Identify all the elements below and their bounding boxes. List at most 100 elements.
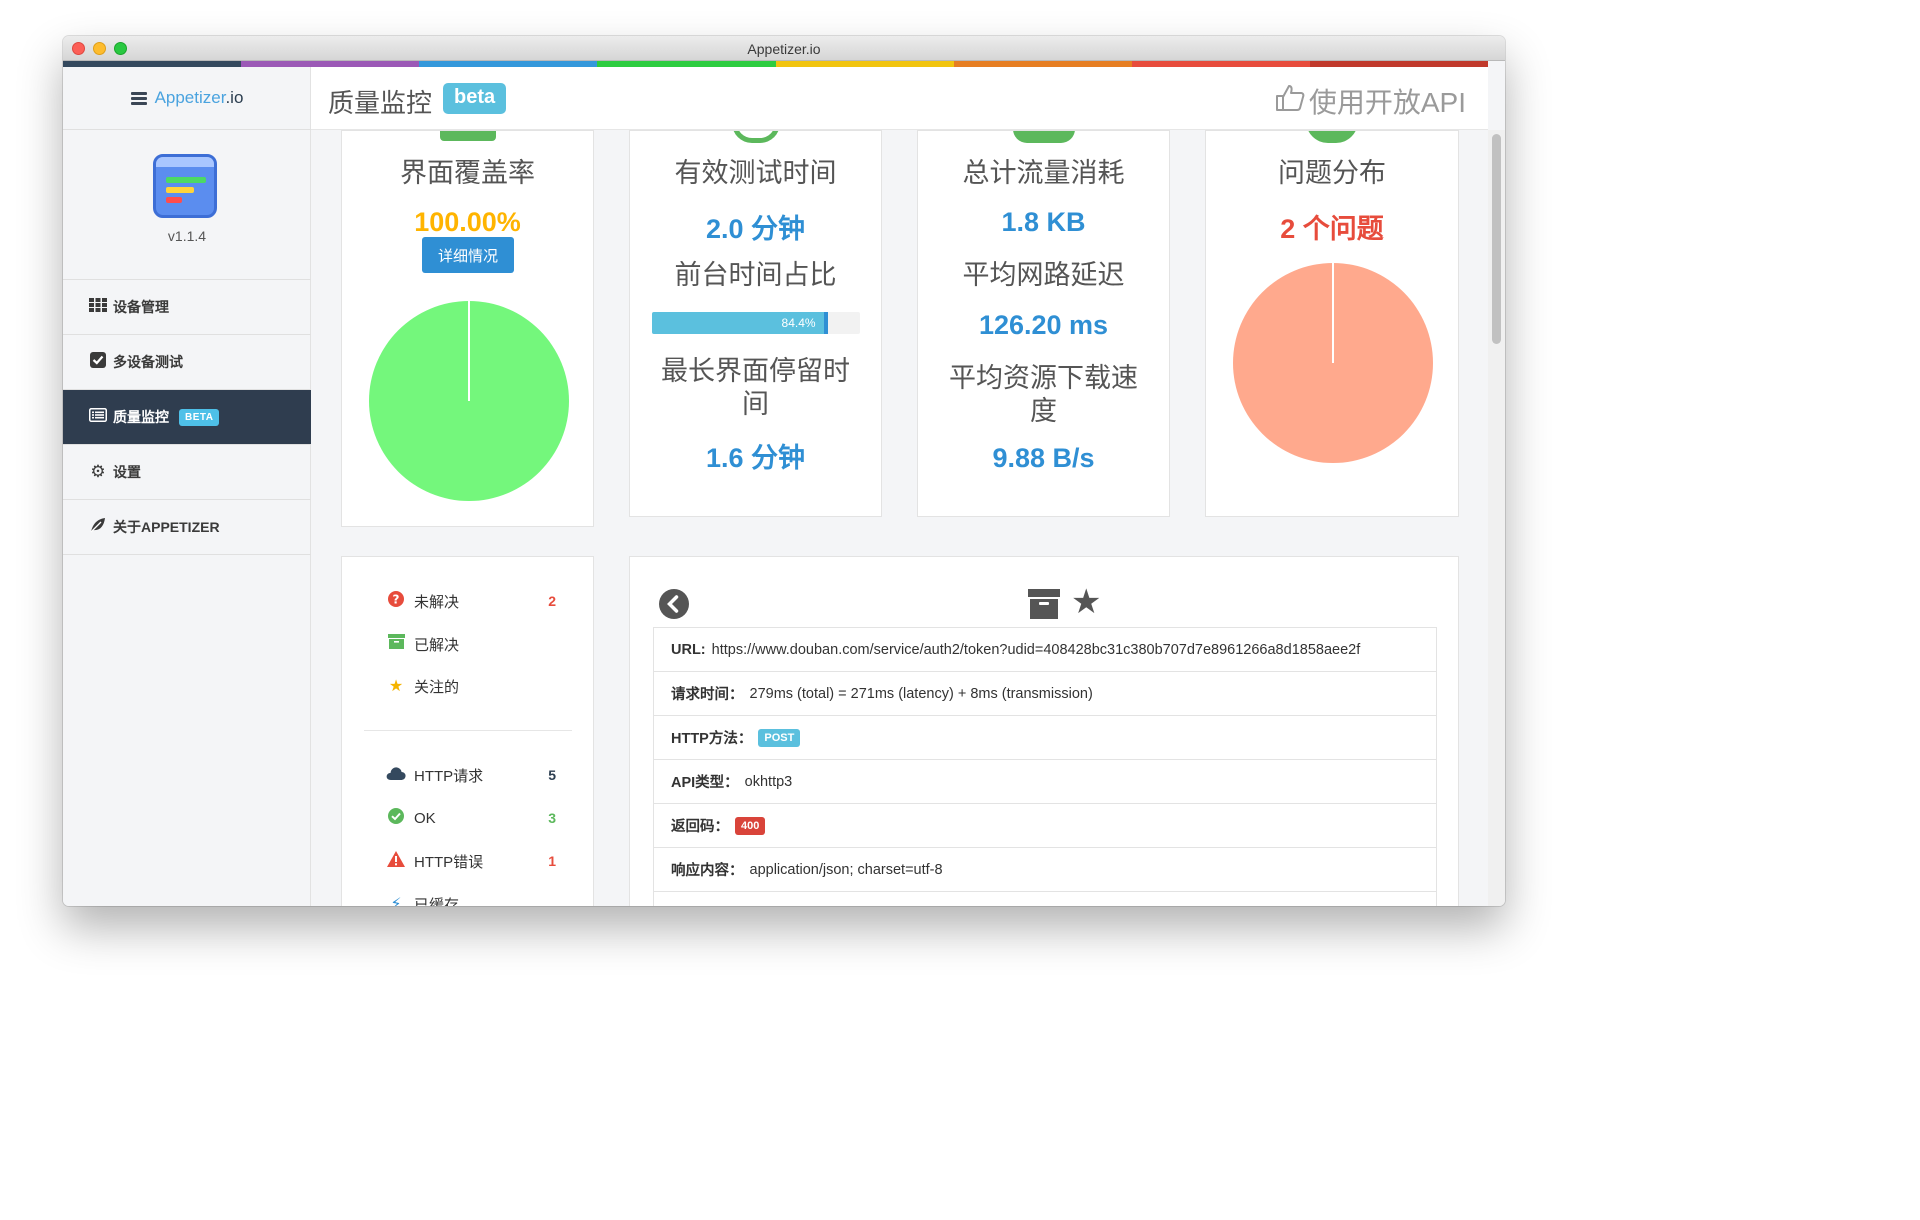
filter-http-requests[interactable]: HTTP请求 5 bbox=[384, 763, 556, 787]
filter-followed[interactable]: ★ 关注的 bbox=[384, 674, 556, 698]
issues-card: 问题分布 2 个问题 bbox=[1205, 130, 1459, 517]
request-detail-card: ★ URL: https://www.douban.com/service/au… bbox=[629, 556, 1459, 906]
sidebar-item-multi-device-test[interactable]: 多设备测试 bbox=[63, 335, 311, 390]
details-button[interactable]: 详细情况 bbox=[422, 237, 514, 273]
archive-icon[interactable] bbox=[1028, 589, 1060, 624]
method-badge: POST bbox=[758, 728, 801, 747]
filter-count: 2 bbox=[548, 593, 556, 609]
filter-count: 5 bbox=[548, 767, 556, 783]
max-stay-value: 1.6 分钟 bbox=[705, 443, 806, 473]
filter-label: OK bbox=[414, 809, 436, 827]
brand[interactable]: Appetizer.io bbox=[63, 67, 311, 130]
filter-label: 关注的 bbox=[414, 678, 460, 696]
star-icon[interactable]: ★ bbox=[1071, 585, 1101, 619]
page-title: 质量监控 bbox=[328, 88, 433, 118]
sidebar-item-device-management[interactable]: 设备管理 bbox=[63, 280, 311, 335]
coverage-pie-chart bbox=[369, 301, 569, 501]
test-time-value: 2.0 分钟 bbox=[705, 214, 806, 244]
star-icon: ★ bbox=[388, 678, 404, 695]
window-title: Appetizer.io bbox=[747, 41, 821, 57]
archive-icon bbox=[384, 634, 408, 654]
detail-content-row: 响应内容： application/json; charset=utf-8 bbox=[654, 848, 1436, 892]
svg-text:?: ? bbox=[393, 592, 400, 606]
filter-label: 已解决 bbox=[414, 636, 460, 654]
detail-api-row: API类型： okhttp3 bbox=[654, 760, 1436, 804]
brand-suffix: .io bbox=[225, 88, 244, 107]
test-time-label: 有效测试时间 bbox=[674, 158, 837, 188]
max-stay-label: 最长界面停留时间 bbox=[661, 356, 850, 419]
detail-url-row: URL: https://www.douban.com/service/auth… bbox=[654, 628, 1436, 672]
clock-icon bbox=[731, 131, 780, 143]
issues-pie-chart bbox=[1233, 263, 1433, 463]
page-header: 质量监控 beta 使用开放API bbox=[311, 67, 1488, 130]
coverage-value: 100.00% bbox=[414, 207, 521, 237]
filter-ok[interactable]: OK 3 bbox=[384, 806, 556, 830]
sidebar-item-label: 设置 bbox=[113, 464, 141, 480]
filter-unresolved[interactable]: ? 未解决 2 bbox=[384, 589, 556, 613]
foreground-ratio-bar: 84.4% bbox=[652, 312, 860, 334]
latency-value: 126.20 ms bbox=[978, 310, 1109, 340]
detail-key: HTTP方法： bbox=[671, 731, 753, 747]
scrollbar-thumb[interactable] bbox=[1492, 134, 1501, 344]
filter-card: ? 未解决 2 已解决 ★ 关注的 HTTP请求 5 OK 3 HTTP错误 1 bbox=[341, 556, 594, 906]
bolt-icon: ⚡ bbox=[390, 896, 402, 906]
detail-time-value: 279ms (total) = 271ms (latency) + 8ms (t… bbox=[749, 685, 1093, 702]
filter-label: HTTP错误 bbox=[414, 853, 484, 871]
title-bar: Appetizer.io bbox=[63, 36, 1505, 61]
filter-divider bbox=[364, 730, 572, 731]
detail-content-value: application/json; charset=utf-8 bbox=[749, 861, 943, 878]
sidebar-item-label: 关于APPETIZER bbox=[113, 519, 220, 535]
checkbox-icon bbox=[89, 352, 107, 372]
sidebar-item-label: 多设备测试 bbox=[113, 354, 183, 370]
issues-label: 问题分布 bbox=[1278, 158, 1386, 188]
coverage-card: 界面覆盖率 100.00% 详细情况 bbox=[341, 130, 594, 527]
detail-key: 响应内容： bbox=[671, 863, 744, 879]
coverage-label: 界面覆盖率 bbox=[400, 158, 535, 188]
filter-label: HTTP请求 bbox=[414, 767, 484, 785]
app-logo bbox=[153, 154, 217, 218]
filter-resolved[interactable]: 已解决 bbox=[384, 632, 556, 656]
sidebar-nav: 设备管理 多设备测试 质量监控 BETA ⚙ 设置 关于APPETIZER bbox=[63, 280, 311, 555]
thumbs-up-icon bbox=[1275, 84, 1305, 119]
app-version: v1.1.4 bbox=[167, 228, 207, 244]
sidebar-item-quality-monitor[interactable]: 质量监控 BETA bbox=[63, 390, 311, 445]
sidebar: Appetizer.io v1.1.4 设备管理 多设备测试 质量监控 BETA… bbox=[63, 67, 311, 906]
beta-badge: BETA bbox=[179, 408, 220, 426]
test-time-card: 有效测试时间 2.0 分钟 前台时间占比 84.4% 最长界面停留时间 1.6 … bbox=[629, 130, 882, 517]
open-api-label: 使用开放API bbox=[1308, 87, 1466, 118]
coverage-icon bbox=[439, 131, 496, 141]
request-detail-table: URL: https://www.douban.com/service/auth… bbox=[653, 627, 1437, 906]
sidebar-item-label: 质量监控 bbox=[113, 409, 169, 425]
sidebar-item-settings[interactable]: ⚙ 设置 bbox=[63, 445, 311, 500]
brand-name-text: Appetizer bbox=[154, 88, 226, 107]
issues-icon bbox=[1306, 131, 1358, 143]
detail-key: URL: bbox=[671, 641, 706, 658]
filter-count: 1 bbox=[548, 853, 556, 869]
status-code-badge: 400 bbox=[735, 816, 766, 835]
open-api-link[interactable]: 使用开放API bbox=[1275, 81, 1466, 121]
detail-key: 请求时间： bbox=[671, 687, 744, 703]
gear-icon: ⚙ bbox=[90, 462, 106, 481]
menu-icon[interactable] bbox=[130, 91, 147, 105]
detail-key: 返回码： bbox=[671, 819, 729, 835]
app-window: Appetizer.io Appetizer.io v1.1.4 设备管理 多设… bbox=[63, 36, 1505, 906]
download-speed-value: 9.88 B/s bbox=[992, 443, 1095, 473]
download-speed-label: 平均资源下载速度 bbox=[949, 363, 1138, 426]
detail-api-value: okhttp3 bbox=[744, 773, 793, 790]
list-icon bbox=[89, 408, 107, 426]
cloud-icon bbox=[384, 766, 408, 785]
filter-label: 已缓存 bbox=[414, 896, 460, 907]
page-beta-badge: beta bbox=[443, 83, 507, 114]
detail-time-row: 请求时间： 279ms (total) = 271ms (latency) + … bbox=[654, 672, 1436, 716]
detail-next-row bbox=[654, 892, 1436, 906]
back-icon[interactable] bbox=[659, 589, 689, 624]
question-circle-icon: ? bbox=[384, 590, 408, 612]
detail-url-value[interactable]: https://www.douban.com/service/auth2/tok… bbox=[712, 642, 1361, 658]
traffic-label: 总计流量消耗 bbox=[962, 158, 1125, 188]
brand-name: Appetizer.io bbox=[155, 88, 244, 108]
latency-label: 平均网路延迟 bbox=[962, 260, 1125, 290]
sidebar-item-about[interactable]: 关于APPETIZER bbox=[63, 500, 311, 555]
filter-http-errors[interactable]: HTTP错误 1 bbox=[384, 849, 556, 873]
filter-cached[interactable]: ⚡ 已缓存 bbox=[384, 892, 556, 906]
traffic-icon bbox=[1012, 131, 1075, 143]
